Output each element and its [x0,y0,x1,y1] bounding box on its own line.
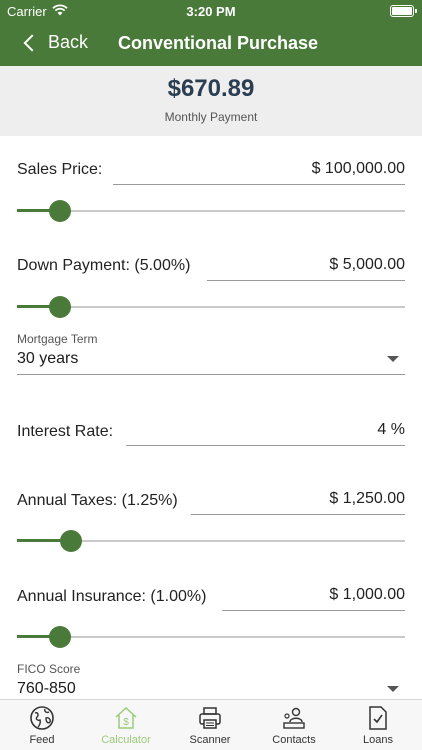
navigation-bar: Back Conventional Purchase [0,22,422,66]
annual-insurance-input[interactable]: $ 1,000.00 [222,586,405,611]
payment-summary: $670.89 Monthly Payment [0,66,422,136]
tab-calculator-label: Calculator [101,734,151,746]
down-payment-slider[interactable] [17,295,405,319]
chevron-left-icon [23,34,41,52]
fico-score-value: 760-850 [17,680,76,697]
chevron-down-icon [387,686,399,692]
page-title: Conventional Purchase [118,33,319,53]
annual-insurance-label: Annual Insurance: (1.00%) [17,588,207,605]
down-payment-input[interactable]: $ 5,000.00 [207,256,405,281]
house-dollar-icon: $ [115,706,137,729]
back-button[interactable]: Back [23,32,89,53]
contacts-icon [283,707,305,729]
battery-icon [390,5,417,17]
annual-taxes-input[interactable]: $ 1,250.00 [191,490,405,515]
tab-loans-label: Loans [363,734,393,746]
tab-contacts[interactable]: Contacts [252,700,336,750]
mortgage-term-label: Mortgage Term [17,332,98,346]
annual-insurance-slider-thumb[interactable] [49,626,71,648]
back-button-label: Back [48,32,89,52]
annual-taxes-slider-thumb[interactable] [60,530,82,552]
annual-taxes-slider[interactable] [17,529,405,553]
tab-contacts-label: Contacts [272,734,316,746]
interest-rate-input[interactable]: 4 % [126,421,405,446]
sales-price-slider[interactable] [17,199,405,223]
mortgage-term-value: 30 years [17,350,79,367]
tab-scanner[interactable]: Scanner [168,700,252,750]
mortgage-term-select[interactable]: 30 years [17,350,405,375]
tab-feed-label: Feed [29,734,55,746]
sales-price-label: Sales Price: [17,161,103,178]
tab-bar: Feed $ Calculator Scanner Contacts Loans [0,699,422,750]
annual-taxes-label: Annual Taxes: (1.25%) [17,492,178,509]
fico-score-label: FICO Score [17,662,81,676]
sales-price-slider-thumb[interactable] [49,200,71,222]
status-time: 3:20 PM [186,4,236,19]
monthly-payment-caption: Monthly Payment [164,110,258,124]
status-bar: Carrier 3:20 PM [0,0,422,22]
svg-text:$: $ [123,717,129,728]
chevron-down-icon [387,356,399,362]
globe-icon [30,706,54,730]
interest-rate-label: Interest Rate: [17,423,114,440]
printer-icon [199,707,221,729]
monthly-payment-amount: $670.89 [167,75,255,102]
down-payment-slider-thumb[interactable] [49,296,71,318]
tab-loans[interactable]: Loans [336,700,420,750]
annual-insurance-slider[interactable] [17,625,405,649]
sales-price-input[interactable]: $ 100,000.00 [113,160,405,185]
tab-calculator[interactable]: $ Calculator [84,700,168,750]
checklist-icon [369,706,387,730]
tab-feed[interactable]: Feed [0,700,84,750]
top-bar: Carrier 3:20 PM Back Conventional Purcha… [0,0,422,66]
down-payment-label: Down Payment: (5.00%) [17,257,191,274]
tab-scanner-label: Scanner [189,734,231,746]
